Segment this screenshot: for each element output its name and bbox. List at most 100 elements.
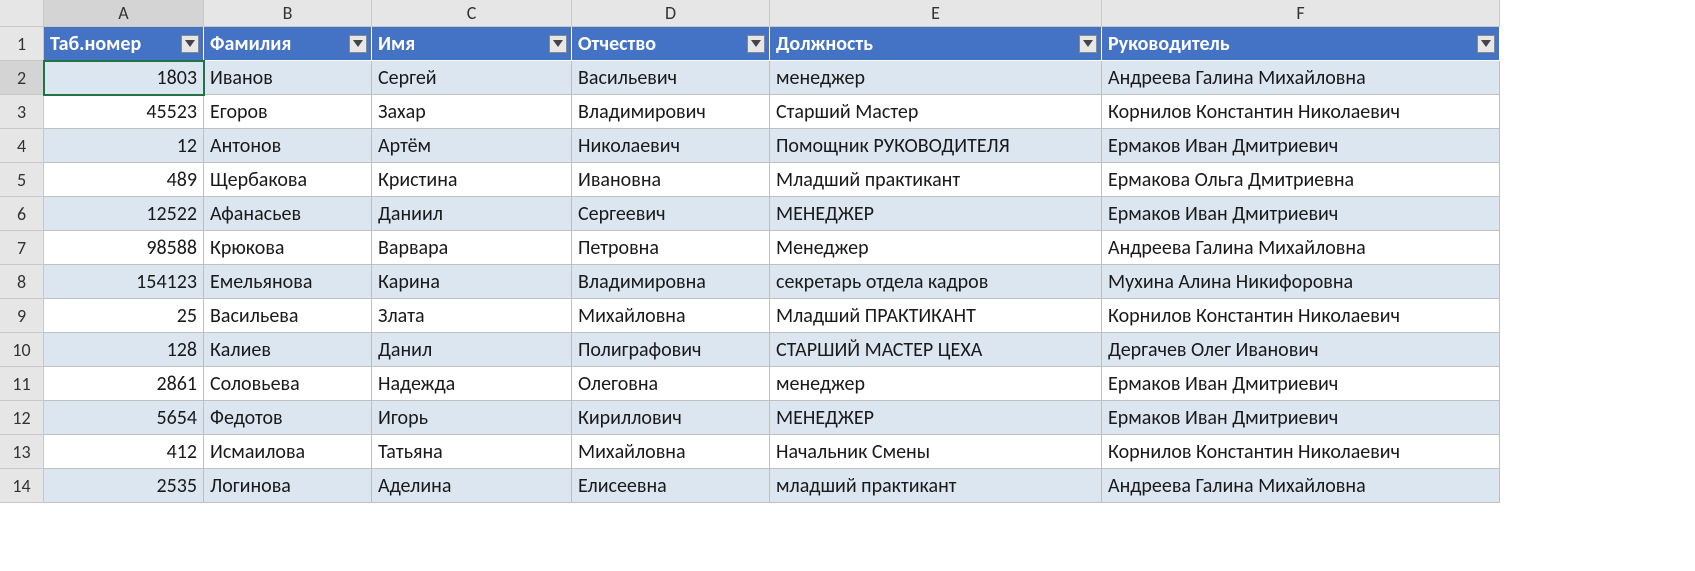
cell-C8[interactable]: Карина: [372, 265, 572, 299]
cell-B8[interactable]: Емельянова: [204, 265, 372, 299]
table-header-cell[interactable]: Отчество: [572, 27, 770, 61]
table-header-cell[interactable]: Таб.номер: [44, 27, 204, 61]
cell-A5[interactable]: 489: [44, 163, 204, 197]
cell-E12[interactable]: МЕНЕДЖЕР: [770, 401, 1102, 435]
cell-B2[interactable]: Иванов: [204, 61, 372, 95]
cell-E2[interactable]: менеджер: [770, 61, 1102, 95]
cell-F4[interactable]: Ермаков Иван Дмитриевич: [1102, 129, 1500, 163]
table-header-cell[interactable]: Имя: [372, 27, 572, 61]
cell-E4[interactable]: Помощник РУКОВОДИТЕЛЯ: [770, 129, 1102, 163]
row-header-8[interactable]: 8: [0, 265, 44, 299]
cell-C13[interactable]: Татьяна: [372, 435, 572, 469]
filter-dropdown-icon[interactable]: [181, 35, 199, 53]
cell-F11[interactable]: Ермаков Иван Дмитриевич: [1102, 367, 1500, 401]
cell-B5[interactable]: Щербакова: [204, 163, 372, 197]
spreadsheet-grid[interactable]: ABCDEF1Таб.номерФамилияИмяОтчествоДолжно…: [0, 0, 1695, 503]
cell-D11[interactable]: Олеговна: [572, 367, 770, 401]
cell-B14[interactable]: Логинова: [204, 469, 372, 503]
cell-A9[interactable]: 25: [44, 299, 204, 333]
row-header-9[interactable]: 9: [0, 299, 44, 333]
cell-C12[interactable]: Игорь: [372, 401, 572, 435]
cell-B3[interactable]: Егоров: [204, 95, 372, 129]
cell-F7[interactable]: Андреева Галина Михайловна: [1102, 231, 1500, 265]
cell-A12[interactable]: 5654: [44, 401, 204, 435]
cell-D4[interactable]: Николаевич: [572, 129, 770, 163]
cell-A11[interactable]: 2861: [44, 367, 204, 401]
table-header-cell[interactable]: Должность: [770, 27, 1102, 61]
cell-A13[interactable]: 412: [44, 435, 204, 469]
cell-C2[interactable]: Сергей: [372, 61, 572, 95]
column-header-C[interactable]: C: [372, 0, 572, 27]
cell-C6[interactable]: Даниил: [372, 197, 572, 231]
row-header-13[interactable]: 13: [0, 435, 44, 469]
cell-F13[interactable]: Корнилов Константин Николаевич: [1102, 435, 1500, 469]
row-header-7[interactable]: 7: [0, 231, 44, 265]
cell-C11[interactable]: Надежда: [372, 367, 572, 401]
filter-dropdown-icon[interactable]: [1079, 35, 1097, 53]
cell-E5[interactable]: Младший практикант: [770, 163, 1102, 197]
row-header-3[interactable]: 3: [0, 95, 44, 129]
row-header-2[interactable]: 2: [0, 61, 44, 95]
row-header-6[interactable]: 6: [0, 197, 44, 231]
filter-dropdown-icon[interactable]: [549, 35, 567, 53]
cell-F5[interactable]: Ермакова Ольга Дмитриевна: [1102, 163, 1500, 197]
cell-A14[interactable]: 2535: [44, 469, 204, 503]
cell-D14[interactable]: Елисеевна: [572, 469, 770, 503]
cell-D7[interactable]: Петровна: [572, 231, 770, 265]
cell-D3[interactable]: Владимирович: [572, 95, 770, 129]
column-header-F[interactable]: F: [1102, 0, 1500, 27]
cell-C10[interactable]: Данил: [372, 333, 572, 367]
cell-F14[interactable]: Андреева Галина Михайловна: [1102, 469, 1500, 503]
column-header-D[interactable]: D: [572, 0, 770, 27]
column-header-B[interactable]: B: [204, 0, 372, 27]
filter-dropdown-icon[interactable]: [1477, 35, 1495, 53]
cell-E10[interactable]: СТАРШИЙ МАСТЕР ЦЕХА: [770, 333, 1102, 367]
cell-E13[interactable]: Начальник Смены: [770, 435, 1102, 469]
cell-E7[interactable]: Менеджер: [770, 231, 1102, 265]
cell-A4[interactable]: 12: [44, 129, 204, 163]
cell-D9[interactable]: Михайловна: [572, 299, 770, 333]
row-header-5[interactable]: 5: [0, 163, 44, 197]
cell-A8[interactable]: 154123: [44, 265, 204, 299]
cell-C7[interactable]: Варвара: [372, 231, 572, 265]
cell-A3[interactable]: 45523: [44, 95, 204, 129]
cell-B7[interactable]: Крюкова: [204, 231, 372, 265]
cell-B13[interactable]: Исмаилова: [204, 435, 372, 469]
cell-E14[interactable]: младший практикант: [770, 469, 1102, 503]
filter-dropdown-icon[interactable]: [349, 35, 367, 53]
row-header-14[interactable]: 14: [0, 469, 44, 503]
cell-F2[interactable]: Андреева Галина Михайловна: [1102, 61, 1500, 95]
cell-F6[interactable]: Ермаков Иван Дмитриевич: [1102, 197, 1500, 231]
cell-B10[interactable]: Калиев: [204, 333, 372, 367]
cell-B4[interactable]: Антонов: [204, 129, 372, 163]
cell-F12[interactable]: Ермаков Иван Дмитриевич: [1102, 401, 1500, 435]
select-all-corner[interactable]: [0, 0, 44, 27]
cell-A10[interactable]: 128: [44, 333, 204, 367]
cell-F9[interactable]: Корнилов Константин Николаевич: [1102, 299, 1500, 333]
table-header-cell[interactable]: Фамилия: [204, 27, 372, 61]
cell-C5[interactable]: Кристина: [372, 163, 572, 197]
column-header-A[interactable]: A: [44, 0, 204, 27]
cell-B11[interactable]: Соловьева: [204, 367, 372, 401]
table-header-cell[interactable]: Руководитель: [1102, 27, 1500, 61]
cell-C14[interactable]: Аделина: [372, 469, 572, 503]
cell-B6[interactable]: Афанасьев: [204, 197, 372, 231]
cell-E3[interactable]: Старший Мастер: [770, 95, 1102, 129]
row-header-4[interactable]: 4: [0, 129, 44, 163]
cell-D13[interactable]: Михайловна: [572, 435, 770, 469]
cell-A2[interactable]: 1803: [44, 61, 204, 95]
cell-D8[interactable]: Владимировна: [572, 265, 770, 299]
cell-D5[interactable]: Ивановна: [572, 163, 770, 197]
row-header-12[interactable]: 12: [0, 401, 44, 435]
filter-dropdown-icon[interactable]: [747, 35, 765, 53]
cell-A6[interactable]: 12522: [44, 197, 204, 231]
cell-E6[interactable]: МЕНЕДЖЕР: [770, 197, 1102, 231]
cell-F3[interactable]: Корнилов Константин Николаевич: [1102, 95, 1500, 129]
cell-D2[interactable]: Васильевич: [572, 61, 770, 95]
row-header-10[interactable]: 10: [0, 333, 44, 367]
cell-D6[interactable]: Сергеевич: [572, 197, 770, 231]
cell-C9[interactable]: Злата: [372, 299, 572, 333]
cell-F8[interactable]: Мухина Алина Никифоровна: [1102, 265, 1500, 299]
cell-D10[interactable]: Полиграфович: [572, 333, 770, 367]
cell-C4[interactable]: Артём: [372, 129, 572, 163]
